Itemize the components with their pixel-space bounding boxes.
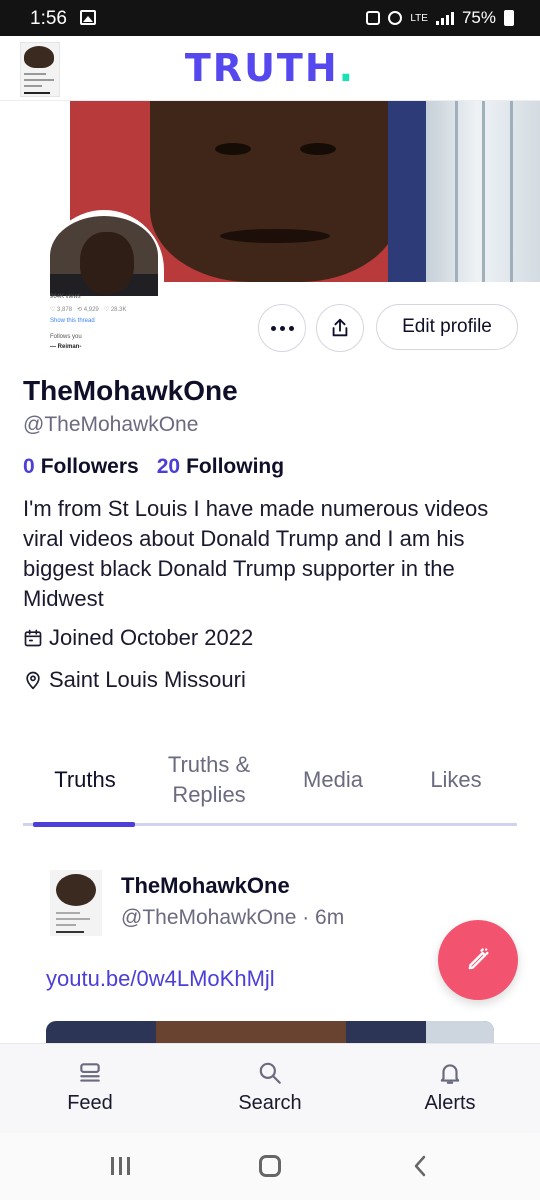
profile-handle: @TheMohawkOne	[23, 413, 199, 436]
search-icon	[259, 1062, 281, 1084]
more-icon	[270, 325, 294, 331]
recents-icon	[110, 1157, 130, 1175]
followers-label: Followers	[40, 455, 139, 478]
profile-bio: I'm from St Louis I have made numerous v…	[23, 496, 489, 611]
battery-icon	[504, 10, 514, 26]
following-label: Following	[186, 455, 285, 478]
back-icon	[414, 1155, 426, 1177]
followers-count: 0	[23, 455, 35, 478]
signal-icon	[435, 11, 454, 25]
display-name: TheMohawkOne	[23, 375, 238, 406]
battery-percent: 75%	[461, 8, 496, 27]
tab-truths-and-replies[interactable]: Truths & Replies	[147, 740, 271, 820]
post-avatar[interactable]	[50, 870, 102, 936]
nav-search-label: Search	[238, 1092, 302, 1114]
tab-likes[interactable]: Likes	[395, 740, 517, 820]
profile-tabs: Truths Truths & Replies Media Likes	[23, 740, 517, 828]
status-bar: 1:56 LTE 75%	[0, 0, 540, 36]
profile-avatar[interactable]: 964K views ♡ 3,878 ⟲ 4,929 ♡ 28.3K Show …	[44, 210, 164, 356]
joined-date: Joined October 2022	[49, 625, 254, 650]
home-button[interactable]	[254, 1151, 286, 1181]
post-author-name[interactable]: TheMohawkOne	[121, 873, 290, 899]
bell-icon	[440, 1064, 460, 1084]
tab-truths[interactable]: Truths	[23, 740, 147, 820]
feed-icon	[80, 1063, 100, 1082]
app-header: TRUTH.	[0, 36, 540, 101]
joined-row: Joined October 2022	[23, 625, 253, 651]
followers-link[interactable]: 0 Followers	[23, 455, 139, 479]
status-icons: LTE 75%	[366, 8, 514, 28]
share-button[interactable]	[316, 304, 364, 352]
nav-alerts-label: Alerts	[424, 1092, 476, 1114]
tab-media[interactable]: Media	[271, 740, 395, 820]
alarm-icon	[388, 11, 403, 25]
tab-active-indicator	[33, 822, 135, 827]
nav-feed-label: Feed	[67, 1092, 113, 1114]
compose-icon	[468, 948, 489, 970]
status-time: 1:56	[30, 8, 67, 29]
image-icon	[80, 10, 96, 25]
follow-stats: 0 Followers 20 Following	[23, 455, 284, 479]
more-button[interactable]	[258, 304, 306, 352]
truth-logo[interactable]: TRUTH.	[0, 46, 540, 90]
lock-icon	[366, 11, 381, 25]
android-nav-bar	[0, 1133, 540, 1200]
recents-button[interactable]	[105, 1151, 135, 1181]
compose-button[interactable]	[438, 920, 518, 1000]
location-text: Saint Louis Missouri	[49, 667, 246, 692]
network-type: LTE	[410, 12, 428, 24]
following-link[interactable]: 20 Following	[157, 455, 284, 479]
edit-profile-button[interactable]: Edit profile	[376, 304, 518, 350]
nav-feed[interactable]: Feed	[30, 1044, 150, 1134]
following-count: 20	[156, 455, 181, 478]
nav-alerts[interactable]: Alerts	[390, 1044, 510, 1134]
post-link[interactable]: youtu.be/0w4LMoKhMjl	[46, 966, 275, 992]
back-button[interactable]	[405, 1151, 435, 1181]
nav-search[interactable]: Search	[210, 1044, 330, 1134]
bottom-nav: Feed Search Alerts	[0, 1043, 540, 1133]
location-row: Saint Louis Missouri	[23, 667, 246, 693]
location-pin-icon	[26, 671, 40, 690]
share-icon	[332, 318, 348, 337]
calendar-icon	[24, 629, 42, 647]
post-author-meta: @TheMohawkOne · 6m	[121, 906, 345, 929]
home-icon	[259, 1155, 281, 1177]
